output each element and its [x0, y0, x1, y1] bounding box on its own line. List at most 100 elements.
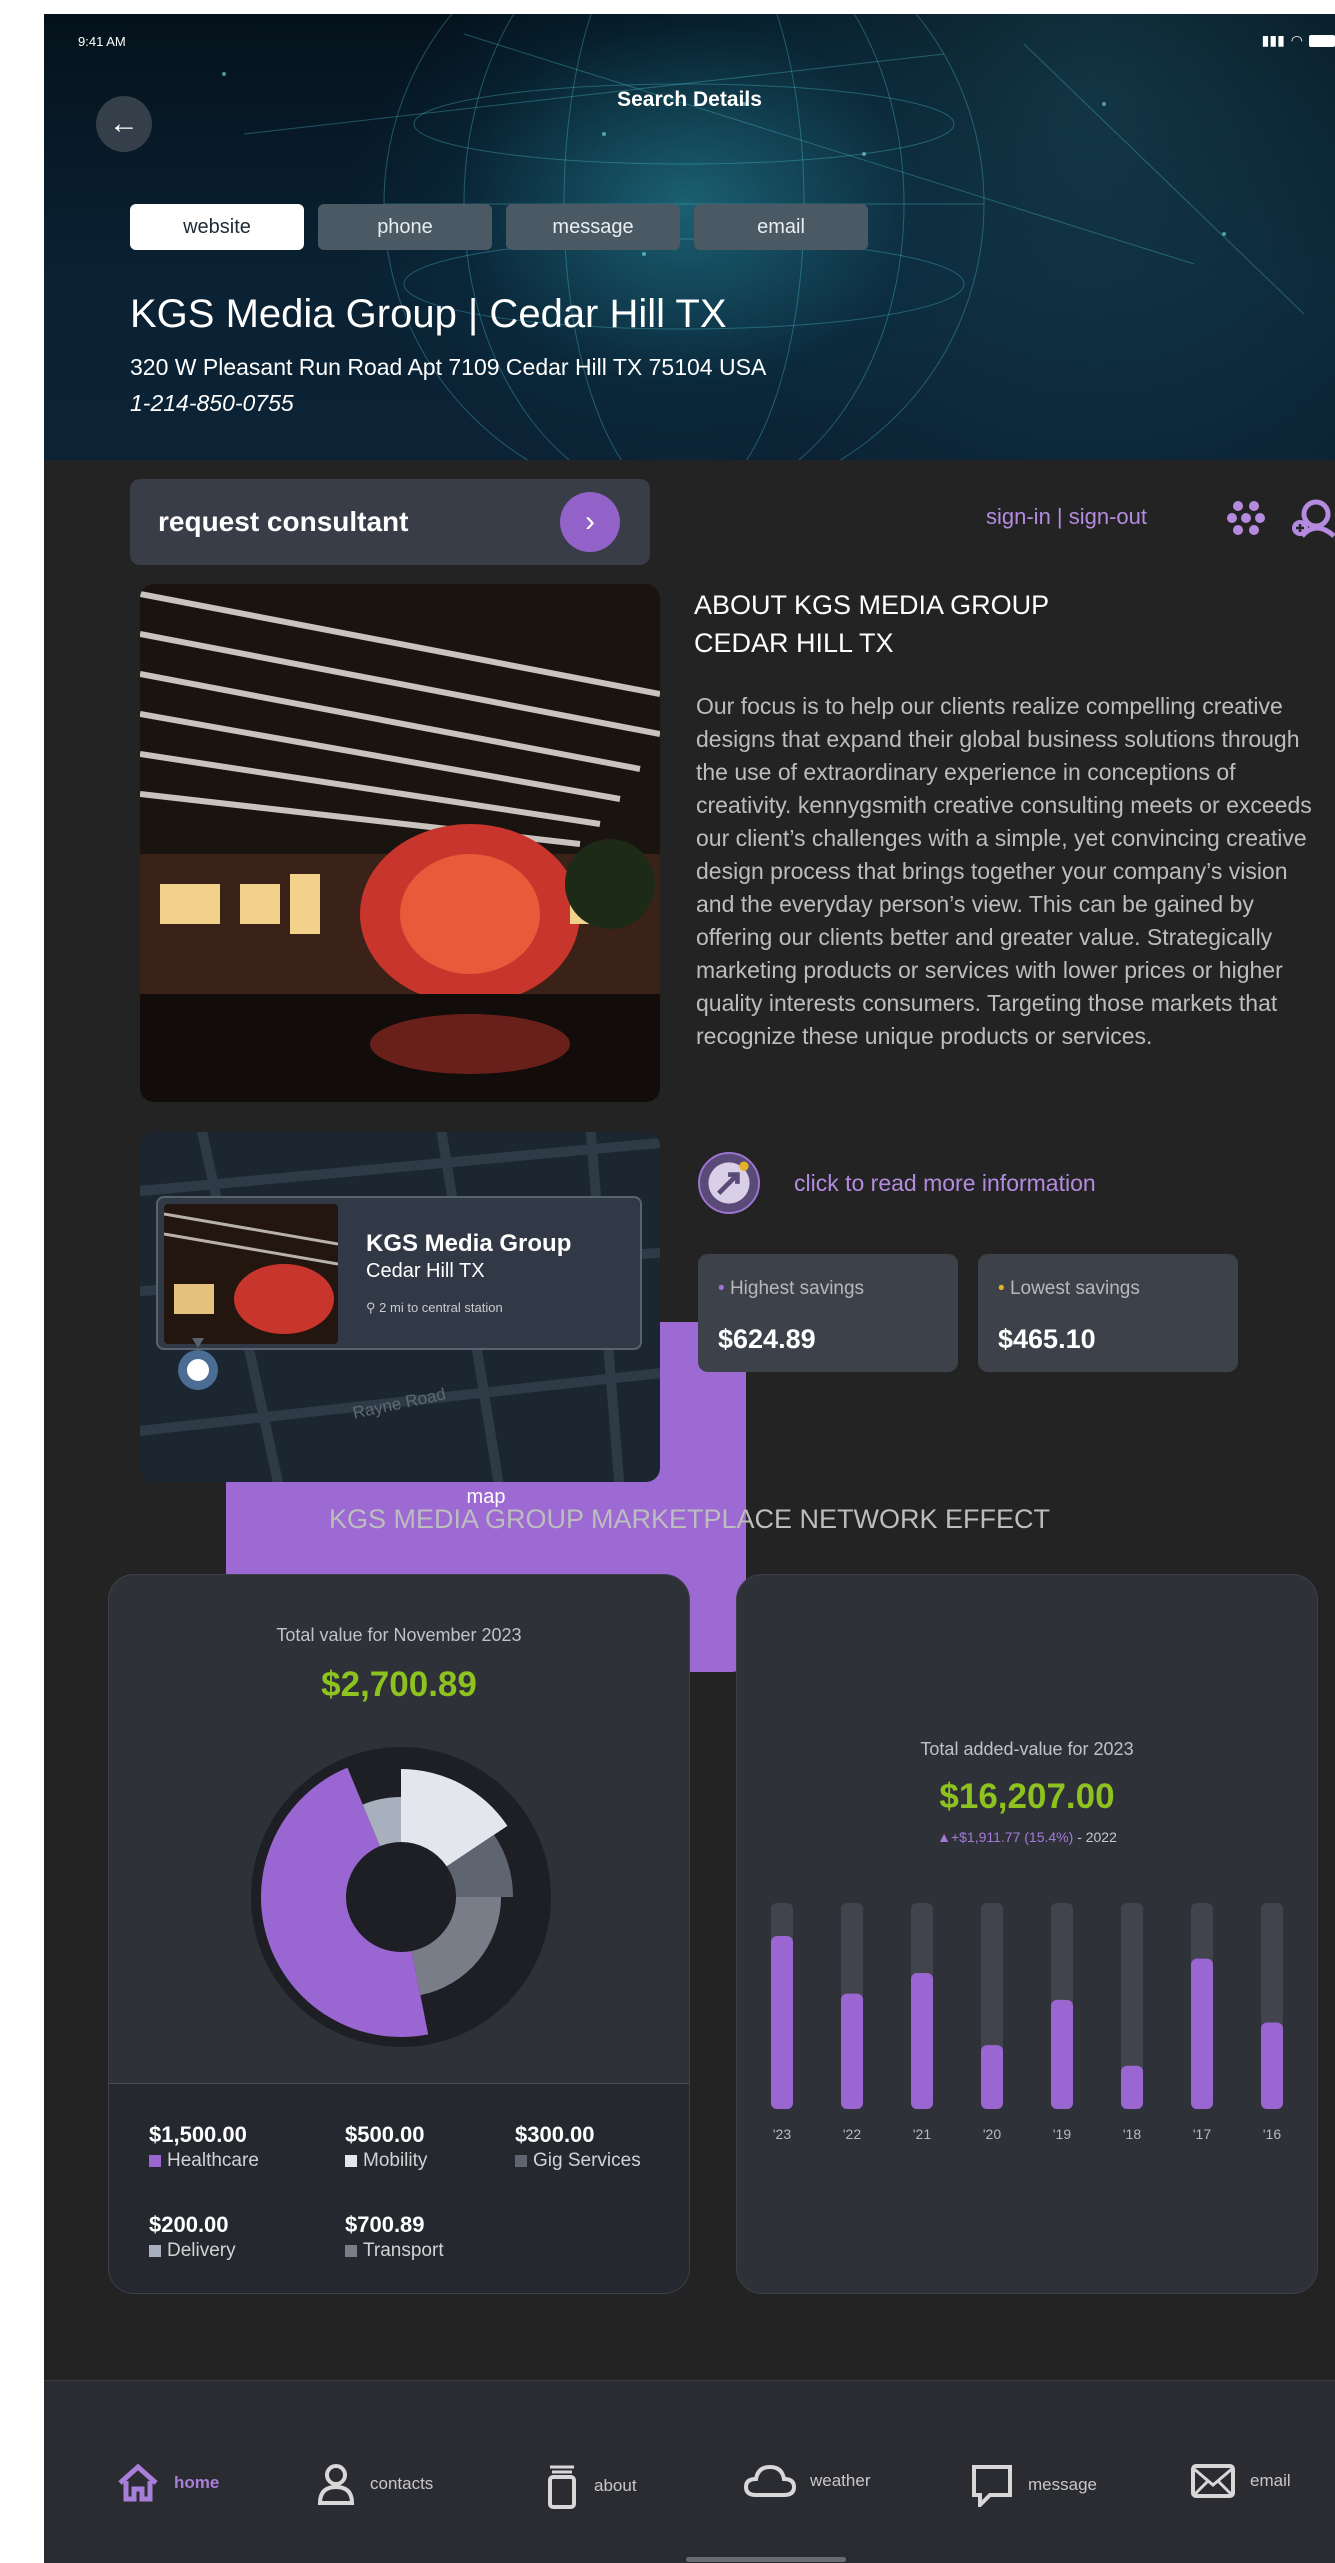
business-phone[interactable]: 1-214-850-0755	[130, 390, 294, 417]
legend-gig-name: Gig Services	[533, 2150, 641, 2171]
bar-delta: ▲+$1,911.77 (15.4%) - 2022	[737, 1829, 1317, 1845]
highest-savings-label: • Highest savings	[718, 1278, 864, 1300]
nav-email[interactable]: email	[1190, 2463, 1291, 2499]
read-more-icon[interactable]	[698, 1152, 760, 1214]
value-breakdown-card: Total value for November 2023 $2,700.89 …	[108, 1574, 690, 2294]
business-photo	[140, 584, 660, 1102]
legend-swatch	[345, 2245, 357, 2257]
contact-tabs: website phone message email map	[130, 204, 868, 1672]
nav-home[interactable]: home	[116, 2463, 219, 2503]
bar-tick-label: '18	[1123, 2126, 1141, 2142]
dot-icon: •	[718, 1278, 725, 1299]
thumbnail-image	[164, 1204, 338, 1344]
back-arrow-icon: ←	[109, 107, 139, 140]
nav-about[interactable]: about	[544, 2463, 637, 2509]
about-heading-line1: ABOUT KGS MEDIA GROUP	[694, 590, 1050, 620]
bar-tick-label: '19	[1053, 2126, 1071, 2142]
pie-title: Total value for November 2023	[276, 1625, 522, 1645]
location-map[interactable]: KGS Media Group Cedar Hill TX ⚲ 2 mi to …	[140, 1132, 660, 1482]
read-more-link[interactable]: click to read more information	[794, 1170, 1096, 1197]
page-title: Search Details	[617, 88, 762, 111]
bar-tick-label: '23	[773, 2126, 791, 2142]
pie-chart	[251, 1747, 551, 2047]
nav-message[interactable]: message	[970, 2463, 1097, 2507]
tab-message[interactable]: message	[506, 204, 680, 250]
legend-mobility-value: $500.00	[345, 2122, 425, 2147]
about-heading: ABOUT KGS MEDIA GROUP CEDAR HILL TX	[694, 586, 1049, 662]
hero-header: 9:41 AM ▮▮▮ ◠ ← Search Details website p…	[44, 14, 1335, 1672]
legend-gig-value: $300.00	[515, 2122, 595, 2147]
legend-healthcare-value: $1,500.00	[149, 2122, 247, 2147]
bar-chart: '23 '22 '21 '20 '19 '18 '17 '16	[771, 1903, 1283, 2142]
status-time: 9:41 AM	[78, 34, 126, 49]
request-consultant-button[interactable]: request consultant ›	[130, 479, 650, 565]
battery-icon	[1309, 34, 1335, 47]
bar-3	[981, 2045, 1003, 2109]
about-icon	[548, 2465, 576, 2509]
tab-phone[interactable]: phone	[318, 204, 492, 250]
nav-contacts-label: contacts	[370, 2474, 434, 2493]
lowest-savings-card: • Lowest savings $465.10	[978, 1254, 1238, 1372]
nav-home-label: home	[174, 2473, 220, 2492]
signal-icon: ▮▮▮	[1261, 32, 1285, 48]
add-profile-icon[interactable]	[1290, 498, 1335, 538]
nav-about-label: about	[594, 2476, 637, 2495]
legend-swatch	[149, 2155, 161, 2167]
message-icon	[972, 2465, 1012, 2507]
contact-icon	[317, 2464, 355, 2505]
highest-savings-card: • Highest savings $624.89	[698, 1254, 958, 1372]
tab-email[interactable]: email	[694, 204, 868, 250]
home-icon	[118, 2463, 158, 2502]
pie-total: $2,700.89	[321, 1665, 477, 1704]
legend-healthcare: $1,500.00 Healthcare	[149, 2122, 259, 2172]
chevron-right-icon[interactable]: ›	[560, 492, 620, 552]
nav-email-label: email	[1250, 2471, 1291, 2490]
home-indicator	[686, 2557, 846, 2562]
bottom-nav: home contacts about weather message emai…	[44, 2380, 1335, 2563]
bar-tick-label: '22	[843, 2126, 861, 2142]
about-heading-line2: CEDAR HILL TX	[694, 628, 894, 658]
map-location-card[interactable]: KGS Media Group Cedar Hill TX ⚲ 2 mi to …	[156, 1196, 642, 1350]
business-name: KGS Media Group | Cedar Hill TX	[130, 292, 727, 336]
request-consultant-label: request consultant	[158, 506, 409, 537]
map-distance: ⚲ 2 mi to central station	[366, 1300, 503, 1316]
bar-5	[1121, 2065, 1143, 2109]
tab-website[interactable]: website	[130, 204, 304, 250]
map-business-name: KGS Media Group	[366, 1230, 572, 1257]
nav-weather[interactable]: weather	[744, 2463, 870, 2499]
apps-dots-icon[interactable]	[1226, 498, 1266, 538]
map-distance-text: 2 mi to central station	[379, 1300, 503, 1315]
section-title: KGS MEDIA GROUP MARKETPLACE NETWORK EFFE…	[328, 1504, 1051, 1534]
bar-tick-label: '16	[1263, 2126, 1281, 2142]
location-thumbnail	[164, 1204, 338, 1344]
cloud-icon	[744, 2464, 796, 2497]
wifi-icon: ◠	[1290, 32, 1303, 48]
building-image	[140, 584, 660, 1102]
legend-transport: $700.89 Transport	[345, 2212, 444, 2262]
highest-savings-value: $624.89	[718, 1324, 816, 1354]
bar-0	[771, 1935, 793, 2109]
bar-4	[1051, 1999, 1073, 2109]
bar-tick-label: '20	[983, 2126, 1001, 2142]
nav-message-label: message	[1028, 2475, 1097, 2494]
legend-mobility: $500.00 Mobility	[345, 2122, 427, 2172]
pin-icon: ⚲	[366, 1300, 376, 1315]
bar-delta-suffix: - 2022	[1077, 1829, 1117, 1845]
sign-in-out-link[interactable]: sign-in | sign-out	[986, 504, 1147, 530]
lowest-savings-text: Lowest savings	[1009, 1278, 1140, 1299]
location-pin-icon[interactable]	[174, 1338, 234, 1398]
bar-1	[841, 1993, 863, 2109]
nav-contacts[interactable]: contacts	[316, 2463, 433, 2505]
legend-delivery-value: $200.00	[149, 2212, 229, 2237]
app-screen: 9:41 AM ▮▮▮ ◠ ← Search Details website p…	[44, 14, 1335, 2563]
mail-icon	[1191, 2464, 1235, 2498]
status-icons: ▮▮▮ ◠	[1262, 32, 1335, 49]
highest-savings-text: Highest savings	[729, 1278, 865, 1299]
bar-delta-value: +$1,911.77 (15.4%)	[950, 1829, 1074, 1845]
legend-transport-name: Transport	[363, 2240, 444, 2261]
map-business-city: Cedar Hill TX	[366, 1260, 485, 1282]
about-body: Our focus is to help our clients realize…	[696, 693, 1312, 1049]
up-triangle-icon: ▲	[937, 1829, 951, 1845]
bar-title: Total added-value for 2023	[920, 1739, 1134, 1759]
legend-swatch	[149, 2245, 161, 2257]
